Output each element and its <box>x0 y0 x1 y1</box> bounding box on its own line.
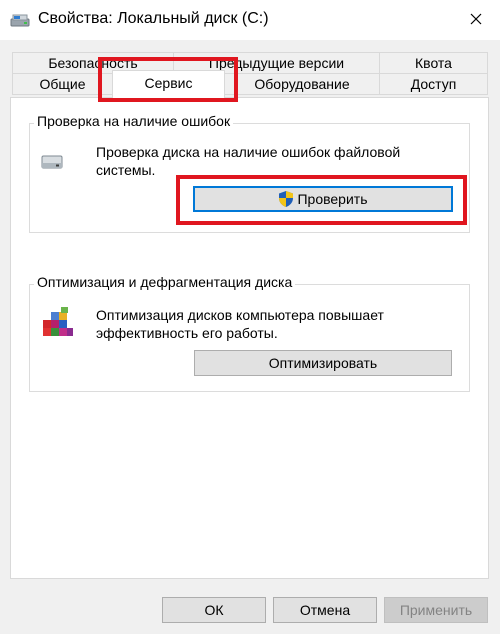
check-button[interactable]: Проверить <box>193 186 453 212</box>
ok-button[interactable]: ОК <box>162 597 266 623</box>
tab-tools[interactable]: Сервис <box>112 70 225 98</box>
window-title: Свойства: Локальный диск (C:) <box>38 10 269 27</box>
tab-hardware[interactable]: Оборудование <box>224 73 380 95</box>
tab-label: Общие <box>39 76 86 92</box>
error-checking-description: Проверка диска на наличие ошибок файлово… <box>96 144 401 178</box>
tab-quota[interactable]: Квота <box>379 52 488 74</box>
cancel-button[interactable]: Отмена <box>273 597 377 623</box>
tab-label: Доступ <box>410 76 457 92</box>
tab-label: Оборудование <box>254 76 350 92</box>
optimize-button-label: Оптимизировать <box>268 355 378 371</box>
drive-icon <box>41 155 63 172</box>
optimize-button[interactable]: Оптимизировать <box>194 350 452 376</box>
tab-label: Сервис <box>144 75 193 91</box>
uac-shield-icon <box>278 190 294 211</box>
optimization-title: Оптимизация и дефрагментация диска <box>34 274 296 290</box>
dialog-client: Безопасность Предыдущие версии Квота Общ… <box>0 40 500 634</box>
title-bar[interactable]: Свойства: Локальный диск (C:) <box>0 0 500 40</box>
apply-button[interactable]: Применить <box>384 597 488 623</box>
tools-panel: Проверка на наличие ошибок Проверка диск… <box>10 97 489 579</box>
cancel-button-label: Отмена <box>299 602 351 618</box>
ok-button-label: ОК <box>204 602 224 618</box>
drive-title-icon <box>10 12 30 28</box>
error-checking-title: Проверка на наличие ошибок <box>34 113 234 129</box>
close-button[interactable] <box>452 0 500 40</box>
tab-label: Предыдущие версии <box>208 55 345 71</box>
tab-label: Квота <box>415 55 452 71</box>
apply-button-label: Применить <box>399 602 473 618</box>
close-icon <box>470 12 482 28</box>
tab-label: Безопасность <box>48 55 138 71</box>
check-button-label: Проверить <box>297 191 368 207</box>
properties-window: Свойства: Локальный диск (C:) Безопаснос… <box>0 0 500 634</box>
tab-general[interactable]: Общие <box>12 73 113 95</box>
defrag-icon <box>41 306 75 345</box>
tab-sharing[interactable]: Доступ <box>379 73 488 95</box>
optimization-description: Оптимизация дисков компьютера повышает э… <box>96 307 384 341</box>
